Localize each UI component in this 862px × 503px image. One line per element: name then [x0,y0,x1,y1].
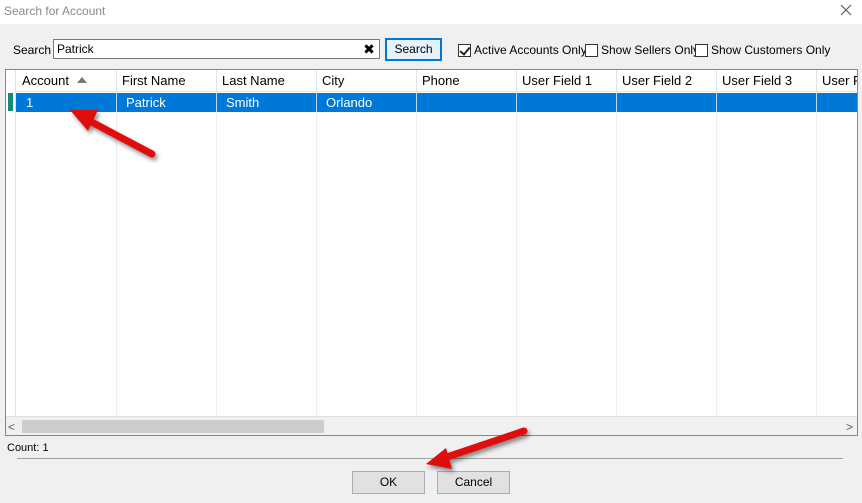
active-accounts-checkbox[interactable]: Active Accounts Only [458,42,587,58]
gridline [816,112,817,416]
cell-user-field-1[interactable] [516,93,617,112]
column-gridlines [16,112,857,416]
column-header-user-field-4[interactable]: User F [816,70,857,92]
column-header-first-name[interactable]: First Name [116,70,217,92]
table-row[interactable]: 1 Patrick Smith Orlando [16,93,857,112]
gridline [416,112,417,416]
column-headers: Account First Name Last Name City Phone … [16,70,857,92]
column-header-account[interactable]: Account [16,70,117,92]
gridline [516,112,517,416]
accounts-grid[interactable]: Account First Name Last Name City Phone … [5,69,858,436]
cell-first-name[interactable]: Patrick [116,93,217,112]
close-icon[interactable] [838,2,854,18]
cell-account[interactable]: 1 [16,93,117,112]
current-row-indicator [8,93,13,111]
search-input-value: Patrick [57,42,94,56]
cell-user-field-3[interactable] [716,93,817,112]
record-count: Count: 1 [7,442,49,454]
window-title: Search for Account [4,4,106,18]
active-accounts-label: Active Accounts Only [474,43,587,57]
sellers-only-label: Show Sellers Only [601,43,700,57]
arrow-to-ok-icon [426,427,528,469]
gridline [716,112,717,416]
checkbox-customers-only[interactable] [695,43,708,57]
scrollbar-thumb[interactable] [22,420,324,433]
search-label: Search [13,43,52,57]
column-header-user-field-1[interactable]: User Field 1 [516,70,617,92]
checkbox-sellers-only[interactable] [585,43,598,57]
divider [17,458,843,459]
title-bar: Search for Account [0,0,862,24]
cell-city[interactable]: Orlando [316,93,417,112]
customers-only-label: Show Customers Only [711,43,831,57]
clear-search-icon[interactable]: ✖ [363,42,375,56]
sort-ascending-icon [76,76,87,83]
gridline [316,112,317,416]
row-header-column [6,70,16,416]
cell-phone[interactable] [416,93,517,112]
column-header-last-name[interactable]: Last Name [216,70,317,92]
search-input[interactable]: Patrick ✖ [53,39,380,59]
sellers-only-checkbox[interactable]: Show Sellers Only [585,42,699,58]
ok-button[interactable]: OK [352,471,425,494]
column-header-label: Account [22,73,69,88]
cell-user-field-4[interactable] [816,93,857,112]
column-header-phone[interactable]: Phone [416,70,517,92]
gridline [616,112,617,416]
horizontal-scrollbar[interactable]: < > [6,416,857,435]
column-header-user-field-3[interactable]: User Field 3 [716,70,817,92]
gridline [216,112,217,416]
column-header-user-field-2[interactable]: User Field 2 [616,70,717,92]
column-header-city[interactable]: City [316,70,417,92]
scroll-left-icon[interactable]: < [8,420,15,434]
gridline [116,112,117,416]
cell-last-name[interactable]: Smith [216,93,317,112]
search-button[interactable]: Search [385,38,442,61]
checkbox-active-accounts[interactable] [458,43,471,57]
cancel-button[interactable]: Cancel [437,471,510,494]
scroll-right-icon[interactable]: > [846,420,853,434]
cell-user-field-2[interactable] [616,93,717,112]
customers-only-checkbox[interactable]: Show Customers Only [695,42,830,58]
